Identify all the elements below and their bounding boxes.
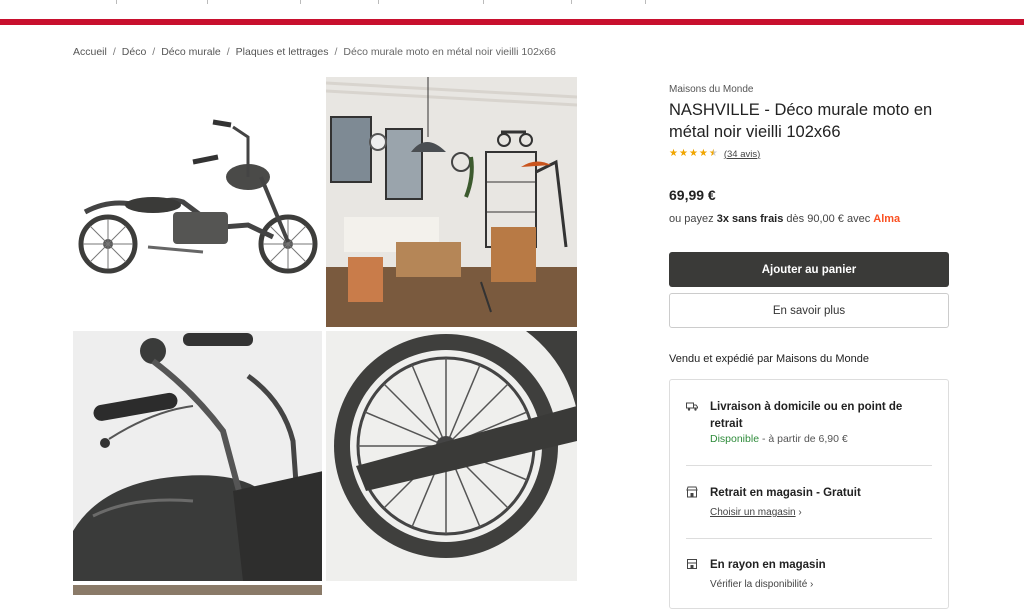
availability-status: Disponible <box>710 433 760 445</box>
gallery-image-living-room[interactable] <box>326 77 577 327</box>
store-icon <box>686 486 698 498</box>
star-icon: ★ <box>678 148 688 159</box>
divider <box>686 465 932 466</box>
gallery-image-wheel-detail[interactable] <box>326 331 577 581</box>
breadcrumb-item-wall-deco[interactable]: Déco murale <box>161 46 221 58</box>
product-brand[interactable]: Maisons du Monde <box>669 84 754 95</box>
brand-accent-bar <box>0 19 1024 25</box>
installment-bold: 3x sans frais <box>716 213 784 225</box>
product-title: NASHVILLE - Déco murale moto en métal no… <box>669 101 933 141</box>
seller-info: Vendu et expédié par Maisons du Monde <box>669 353 869 365</box>
delivery-option-home: Livraison à domicile ou en point de retr… <box>686 399 932 459</box>
installment-prefix: ou payez <box>669 213 717 225</box>
check-availability-label[interactable]: Vérifier la disponibilité <box>710 579 807 590</box>
star-icon: ★ <box>698 148 708 159</box>
breadcrumb: Accueil / Déco / Déco murale / Plaques et lett… <box>73 46 556 58</box>
breadcrumb-separator: / <box>152 46 156 58</box>
product-price: 69,99 € <box>669 187 716 203</box>
reviews-link[interactable]: (34 avis) <box>724 149 760 160</box>
divider <box>686 538 932 539</box>
check-availability-link[interactable]: Vérifier la disponibilité › <box>710 579 813 590</box>
delivery-home-price: - à partir de 6,90 € <box>759 433 848 445</box>
delivery-home-title: Livraison à domicile ou en point de retr… <box>710 401 903 430</box>
choose-store-label[interactable]: Choisir un magasin <box>710 507 796 518</box>
top-navigation-bar <box>0 0 1024 19</box>
breadcrumb-separator: / <box>226 46 230 58</box>
installment-offer: ou payez 3x sans frais dès 90,00 € avec … <box>669 213 900 225</box>
product-rating[interactable]: ★ ★ ★ ★ ★ (34 avis) <box>669 148 760 160</box>
gallery-image-handlebar-detail[interactable] <box>73 331 322 581</box>
chevron-right-icon: › <box>807 579 814 590</box>
in-store-title: En rayon en magasin <box>710 559 826 571</box>
alma-logo[interactable]: Alma <box>873 213 900 225</box>
gallery-image-partial <box>73 585 322 595</box>
learn-more-button[interactable]: En savoir plus <box>669 293 949 328</box>
breadcrumb-separator: / <box>112 46 116 58</box>
store-pickup-title: Retrait en magasin - Gratuit <box>710 487 861 499</box>
delivery-option-in-store: En rayon en magasin Vérifier la disponib… <box>686 557 932 597</box>
installment-suffix: dès 90,00 € avec <box>783 213 874 225</box>
star-icon: ★ <box>669 148 678 159</box>
delivery-options-panel: Livraison à domicile ou en point de retr… <box>669 379 949 609</box>
breadcrumb-item-deco[interactable]: Déco <box>122 46 147 58</box>
delivery-option-store-pickup: Retrait en magasin - Gratuit Choisir un … <box>686 485 932 525</box>
delivery-home-status: Disponible - à partir de 6,90 € <box>710 433 848 445</box>
breadcrumb-item-plaques[interactable]: Plaques et lettrages <box>236 46 329 58</box>
shop-icon <box>687 559 697 569</box>
truck-icon <box>686 402 698 411</box>
choose-store-link[interactable]: Choisir un magasin › <box>710 507 802 518</box>
add-to-cart-button[interactable]: Ajouter au panier <box>669 252 949 287</box>
breadcrumb-separator: / <box>334 46 338 58</box>
chevron-right-icon: › <box>795 507 802 518</box>
gallery-image-partial <box>326 585 577 595</box>
star-half-icon: ★ <box>708 148 718 159</box>
breadcrumb-item-home[interactable]: Accueil <box>73 46 107 58</box>
star-icon: ★ <box>688 148 698 159</box>
breadcrumb-current: Déco murale moto en métal noir vieilli 1… <box>343 46 556 58</box>
gallery-image-motorcycle[interactable] <box>73 77 322 327</box>
